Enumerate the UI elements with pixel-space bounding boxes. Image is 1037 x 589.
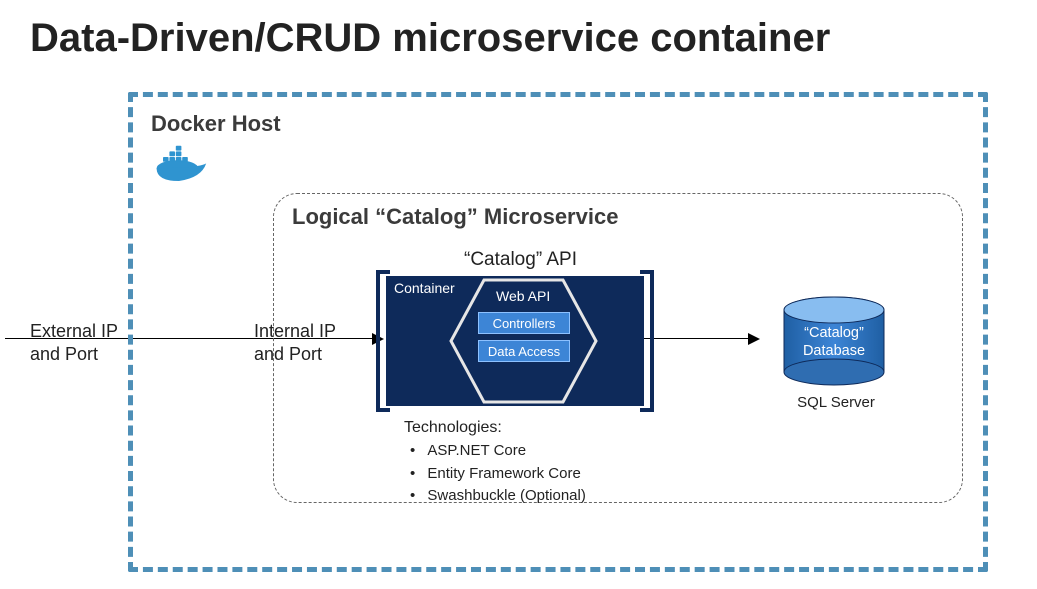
database-name-line1: “Catalog”	[804, 325, 864, 341]
catalog-api-label: “Catalog” API	[464, 249, 577, 271]
database-name-line2: Database	[803, 343, 865, 359]
database-cylinder: “Catalog” Database	[780, 296, 888, 388]
list-item: Swashbuckle (Optional)	[410, 485, 586, 508]
data-access-box: Data Access	[478, 340, 570, 362]
database-caption: SQL Server	[786, 394, 886, 411]
container-box: Container Web API Controllers Data Acces…	[386, 276, 644, 406]
external-ip-line2: and Port	[30, 344, 98, 364]
technologies-title: Technologies:	[404, 416, 586, 440]
webapi-hexagon: Web API Controllers Data Access	[446, 274, 601, 408]
container-bracket-left	[376, 270, 390, 412]
database-label: “Catalog” Database	[780, 324, 888, 360]
docker-host-box: Docker Host Logical “Catalog” Microservi…	[128, 92, 988, 572]
list-item: ASP.NET Core	[410, 440, 586, 463]
logical-microservice-box: Logical “Catalog” Microservice “Catalog”…	[273, 193, 963, 503]
list-item: Entity Framework Core	[410, 463, 586, 486]
container-bracket-right	[640, 270, 654, 412]
technologies-list: ASP.NET Core Entity Framework Core Swash…	[404, 440, 586, 508]
docker-host-label: Docker Host	[151, 111, 281, 137]
logical-microservice-label: Logical “Catalog” Microservice	[292, 204, 618, 230]
controllers-box: Controllers	[478, 312, 570, 334]
page-title: Data-Driven/CRUD microservice container	[0, 0, 1037, 61]
technologies-block: Technologies: ASP.NET Core Entity Framew…	[404, 416, 586, 508]
docker-icon	[155, 141, 211, 181]
webapi-label: Web API	[496, 288, 550, 304]
external-ip-label: External IP and Port	[30, 320, 118, 365]
